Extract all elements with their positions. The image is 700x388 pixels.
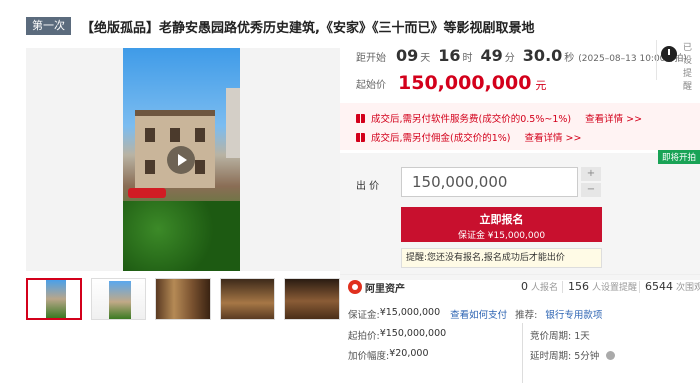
reminder-count-label: 人设置提醒 — [592, 283, 638, 293]
divider — [562, 281, 563, 293]
delay-label: 延时周期: — [530, 351, 572, 362]
remind-label: 已设提醒 — [683, 43, 693, 92]
deposit-label: 保证金: — [348, 310, 380, 321]
fee-details-link[interactable]: 查看详情 >> — [585, 111, 642, 125]
bid-label: 出 价 — [356, 181, 380, 192]
gift-icon — [356, 113, 365, 123]
auction-panel: 距开始 09 天 16 时 49 分 30.0 秒 (2025–08–13 10… — [340, 40, 700, 388]
countdown-minutes-unit: 分 — [504, 53, 515, 64]
ali-assets-logo: 阿里资产 — [365, 284, 405, 295]
fee-details-link[interactable]: 查看详情 >> — [525, 130, 582, 144]
fee-text: 成交后,需另付软件服务费(成交价的0.5%~1%) — [371, 114, 572, 125]
start-price-unit: 元 — [535, 79, 547, 92]
round-badge: 第一次 — [26, 17, 71, 35]
signup-button-deposit: 保证金 ¥15,000,000 — [457, 231, 546, 241]
fee-notice-service: 成交后,需另付软件服务费(成交价的0.5%~1%) 查看详情 >> — [356, 111, 642, 125]
bid-stepper: + − — [581, 167, 601, 197]
countdown-days: 09 — [396, 46, 419, 65]
status-badge: 即将开拍 — [657, 150, 700, 164]
bid-cycle-row: 竞价周期: 1天 — [530, 328, 590, 342]
start-price-value: 150,000,000 — [398, 72, 532, 94]
fee-notice-commission: 成交后,需另付佣金(成交价的1%) 查看详情 >> — [356, 130, 581, 144]
signup-button[interactable]: 立即报名 保证金 ¥15,000,000 — [401, 207, 602, 242]
increase-button[interactable]: + — [581, 167, 601, 181]
countdown-seconds-unit: 秒 — [564, 53, 575, 64]
remind-button[interactable]: 已设提醒 — [656, 40, 700, 92]
view-count: 6544 次围观 — [645, 280, 700, 293]
signup-button-label: 立即报名 — [479, 213, 524, 226]
countdown: 距开始 09 天 16 时 49 分 30.0 秒 (2025–08–13 10… — [356, 46, 687, 70]
how-to-pay-link[interactable]: 查看如何支付 — [450, 307, 507, 321]
increment-label: 加价幅度: — [348, 351, 390, 362]
view-count-value: 6544 — [645, 280, 673, 293]
signup-count: 0 人报名 — [521, 280, 558, 293]
signup-count-label: 人报名 — [531, 283, 559, 293]
reminder-count-value: 156 — [568, 280, 589, 293]
thumbnail-4[interactable] — [219, 278, 276, 320]
delay-value: 5分钟 — [574, 351, 600, 362]
delay-cycle-row: 延时周期: 5分钟 — [530, 348, 616, 362]
increment-row: 加价幅度: ¥20,000 — [348, 348, 429, 362]
stats-bar: 阿里资产 0 人报名 156 人设置提醒 6544 次围观 — [340, 274, 700, 300]
cycle-label: 竞价周期: — [530, 331, 572, 342]
play-icon[interactable] — [167, 146, 195, 174]
fee-notices: 成交后,需另付软件服务费(成交价的0.5%~1%) 查看详情 >> 成交后,需另… — [340, 103, 700, 150]
bid-area: 即将开拍 出 价 + − 立即报名 保证金 ¥15,000,000 提醒:您还没… — [340, 150, 700, 280]
reminder-count: 156 人设置提醒 — [568, 280, 637, 293]
thumbnail-2[interactable] — [90, 278, 147, 320]
bank-payment-link[interactable]: 银行专用款项 — [545, 307, 602, 321]
divider — [639, 281, 640, 293]
start-price-info-row: 起拍价: ¥150,000,000 — [348, 328, 446, 342]
increment-value: ¥20,000 — [389, 348, 429, 359]
background-tower — [226, 88, 240, 158]
start-info-value: ¥150,000,000 — [379, 328, 447, 339]
view-count-label: 次围观 — [676, 283, 700, 293]
main-video[interactable] — [123, 48, 240, 271]
countdown-hours-unit: 时 — [462, 53, 473, 64]
gift-icon — [356, 132, 365, 142]
start-info-label: 起拍价: — [348, 331, 380, 342]
deposit-value: ¥15,000,000 — [379, 307, 441, 318]
countdown-hours: 16 — [438, 46, 461, 65]
alarm-clock-icon — [661, 46, 677, 62]
thumbnail-3[interactable] — [155, 278, 211, 320]
garden-image — [123, 201, 240, 271]
thumbnail-strip — [26, 278, 340, 320]
decrease-button[interactable]: − — [581, 183, 601, 197]
thumbnail-5[interactable] — [284, 278, 340, 320]
signup-count-value: 0 — [521, 280, 528, 293]
deposit-row: 保证金: ¥15,000,000 查看如何支付 推荐: 银行专用款项 — [348, 307, 602, 321]
countdown-label: 距开始 — [356, 53, 386, 64]
countdown-days-unit: 天 — [420, 53, 431, 64]
recommend-label: 推荐: — [515, 310, 538, 321]
divider — [522, 323, 523, 383]
car-image — [128, 188, 166, 198]
bid-input[interactable] — [401, 167, 578, 197]
countdown-minutes: 49 — [480, 46, 503, 65]
main-media-viewer — [26, 48, 340, 271]
start-price-row: 起始价 150,000,000 元 — [356, 72, 546, 94]
help-icon[interactable] — [606, 351, 616, 360]
start-price-label: 起始价 — [356, 79, 386, 91]
cycle-value: 1天 — [574, 331, 590, 342]
thumbnail-1[interactable] — [26, 278, 82, 320]
fee-text: 成交后,需另付佣金(成交价的1%) — [371, 133, 511, 144]
page-title: 【绝版孤品】老静安愚园路优秀历史建筑,《安家》《三十而已》等影视剧取景地 — [81, 20, 535, 36]
title-bar: 第一次 【绝版孤品】老静安愚园路优秀历史建筑,《安家》《三十而已》等影视剧取景地 — [26, 14, 534, 38]
ali-assets-logo-icon — [348, 280, 362, 294]
countdown-seconds: 30.0 — [522, 46, 563, 65]
signup-notice: 提醒:您还没有报名,报名成功后才能出价 — [401, 248, 602, 268]
